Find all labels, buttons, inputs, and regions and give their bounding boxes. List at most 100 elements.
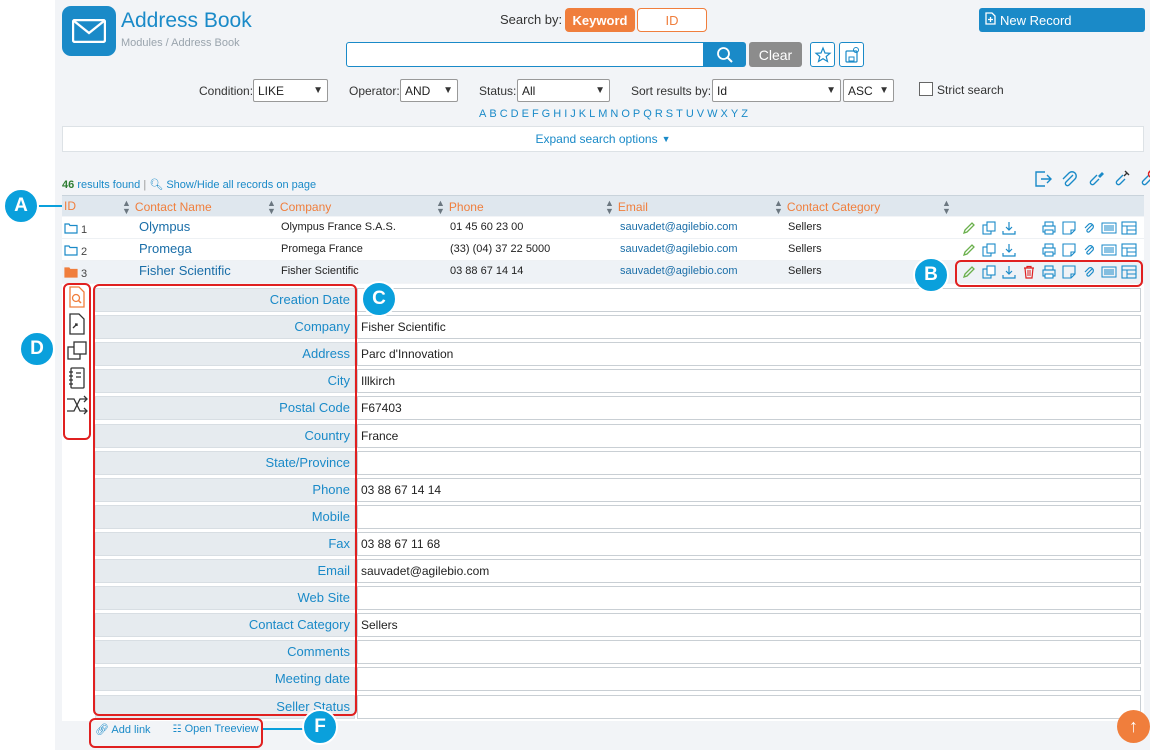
operator-select[interactable]: AND ▼ — [400, 79, 458, 102]
alphabet-letter[interactable]: Y — [730, 108, 740, 120]
detail-field-value[interactable] — [357, 504, 1141, 529]
saved-searches-button[interactable] — [839, 42, 864, 67]
attach-link-icon[interactable] — [1110, 168, 1132, 190]
storage-icon[interactable] — [1120, 241, 1138, 259]
column-header-contact-name[interactable]: ▲ ▼ Contact Name — [122, 199, 212, 216]
alphabet-letter[interactable]: G — [541, 108, 553, 120]
alphabet-letter[interactable]: M — [597, 108, 609, 120]
detail-field-value[interactable] — [357, 640, 1141, 665]
alphabet-letter[interactable]: W — [706, 108, 719, 120]
attach-edit-icon[interactable] — [1084, 168, 1106, 190]
search-input[interactable] — [346, 42, 704, 67]
sort-select[interactable]: Id ▼ — [712, 79, 841, 102]
detail-field-value[interactable]: Fisher Scientific — [357, 315, 1141, 340]
alphabet-letter[interactable]: X — [720, 108, 730, 120]
column-header-email[interactable]: ▲ ▼ Email — [605, 199, 648, 216]
storage-icon[interactable] — [1120, 219, 1138, 237]
alphabet-letter[interactable]: S — [665, 108, 675, 120]
barcode-icon[interactable] — [1100, 241, 1118, 259]
alphabet-letter[interactable]: J — [569, 108, 578, 120]
alphabet-letter[interactable]: P — [632, 108, 642, 120]
print-icon[interactable] — [1040, 241, 1058, 259]
detail-field-value[interactable]: Parc d'Innovation — [357, 342, 1141, 367]
contact-name-link[interactable]: Olympus — [139, 219, 190, 234]
alphabet-letter[interactable]: D — [510, 108, 521, 120]
alphabet-letter[interactable]: O — [620, 108, 632, 120]
detail-field-value[interactable]: sauvadet@agilebio.com — [357, 559, 1141, 583]
note-icon[interactable] — [1060, 219, 1078, 237]
duplicate-icon[interactable] — [980, 241, 998, 259]
export-icon[interactable] — [1032, 168, 1054, 190]
alphabet-letter[interactable]: K — [578, 108, 588, 120]
alphabet-letter[interactable]: B — [488, 108, 498, 120]
attach-icon[interactable] — [1058, 168, 1080, 190]
new-record-button[interactable]: New Record — [979, 8, 1145, 32]
alphabet-letter[interactable]: C — [499, 108, 510, 120]
row-id: 1 — [64, 222, 87, 237]
email-link[interactable]: sauvadet@agilebio.com — [620, 243, 738, 255]
alphabet-letter[interactable]: E — [521, 108, 531, 120]
alphabet-letter[interactable]: F — [531, 108, 541, 120]
folder-icon[interactable] — [64, 244, 78, 259]
alphabet-letter[interactable]: U — [685, 108, 696, 120]
detail-field-value[interactable]: 03 88 67 14 14 — [357, 477, 1141, 502]
results-count: 46 — [62, 179, 75, 191]
favorite-search-button[interactable] — [810, 42, 835, 67]
status-select[interactable]: All ▼ — [517, 79, 610, 102]
condition-select[interactable]: LIKE ▼ — [253, 79, 328, 102]
alphabet-letter[interactable]: T — [675, 108, 685, 120]
folder-icon[interactable] — [64, 222, 78, 237]
expand-search-options[interactable]: Expand search options ▼ — [62, 126, 1144, 152]
alphabet-letter[interactable]: V — [696, 108, 706, 120]
search-button[interactable] — [704, 42, 746, 67]
keyword-toggle-button[interactable]: Keyword — [565, 8, 635, 32]
detail-field-value[interactable] — [357, 667, 1141, 692]
email-link[interactable]: sauvadet@agilebio.com — [620, 265, 738, 277]
download-icon[interactable] — [1000, 219, 1018, 237]
show-hide-all-link[interactable]: Show/Hide all records on page — [166, 179, 316, 191]
detail-field-value[interactable]: Sellers — [357, 613, 1141, 638]
clear-button[interactable]: Clear — [749, 42, 802, 67]
app-title: Address Book — [121, 9, 252, 32]
alphabet-letter[interactable]: Q — [642, 108, 654, 120]
alphabet-letter[interactable]: N — [609, 108, 620, 120]
print-icon[interactable] — [1040, 219, 1058, 237]
column-header-id[interactable]: ID — [64, 199, 76, 213]
alphabet-letter[interactable]: H — [552, 108, 563, 120]
detail-field-value[interactable] — [357, 694, 1141, 719]
detail-field-value[interactable]: Illkirch — [357, 369, 1141, 394]
email-link[interactable]: sauvadet@agilebio.com — [620, 221, 738, 233]
detail-field-value[interactable]: France — [357, 423, 1141, 448]
detail-field-value[interactable] — [357, 288, 1141, 312]
download-icon[interactable] — [1000, 241, 1018, 259]
column-header-actions[interactable]: ▲ ▼ — [942, 199, 951, 216]
detail-field-value[interactable] — [357, 586, 1141, 611]
table-row[interactable]: 2 Promega Promega France (33) (04) 37 22 50… — [62, 239, 1144, 261]
edit-icon[interactable] — [960, 241, 978, 259]
alphabet-letter[interactable]: Z — [740, 108, 750, 120]
column-header-company[interactable]: ▲ ▼ Company — [267, 199, 331, 216]
contact-name-link[interactable]: Promega — [139, 241, 192, 256]
id-toggle-button[interactable]: ID — [637, 8, 707, 32]
alphabet-letter[interactable]: R — [654, 108, 665, 120]
column-header-phone[interactable]: ▲ ▼ Phone — [436, 199, 484, 216]
barcode-icon[interactable] — [1100, 219, 1118, 237]
column-header-contact-category[interactable]: ▲ ▼ Contact Category — [774, 199, 880, 216]
contact-name-link[interactable]: Fisher Scientific — [139, 263, 231, 278]
duplicate-icon[interactable] — [980, 219, 998, 237]
table-row[interactable]: 1 Olympus Olympus France S.A.S. 01 45 60 23… — [62, 217, 1144, 239]
sort-direction-select[interactable]: ASC ▼ — [843, 79, 894, 102]
note-icon[interactable] — [1060, 241, 1078, 259]
attach-icon[interactable] — [1080, 241, 1098, 259]
attach-remove-icon[interactable] — [1136, 168, 1150, 190]
alphabet-letter[interactable]: A — [478, 108, 488, 120]
edit-icon[interactable] — [960, 219, 978, 237]
alphabet-letter[interactable]: L — [588, 108, 597, 120]
detail-field-value[interactable]: F67403 — [357, 396, 1141, 421]
detail-field-value[interactable] — [357, 450, 1141, 475]
detail-field-value[interactable]: 03 88 67 11 68 — [357, 531, 1141, 556]
strict-search-checkbox[interactable] — [919, 82, 933, 96]
attach-icon[interactable] — [1080, 219, 1098, 237]
scroll-to-top-button[interactable]: ↑ — [1117, 710, 1150, 743]
folder-open-icon[interactable] — [64, 266, 78, 281]
